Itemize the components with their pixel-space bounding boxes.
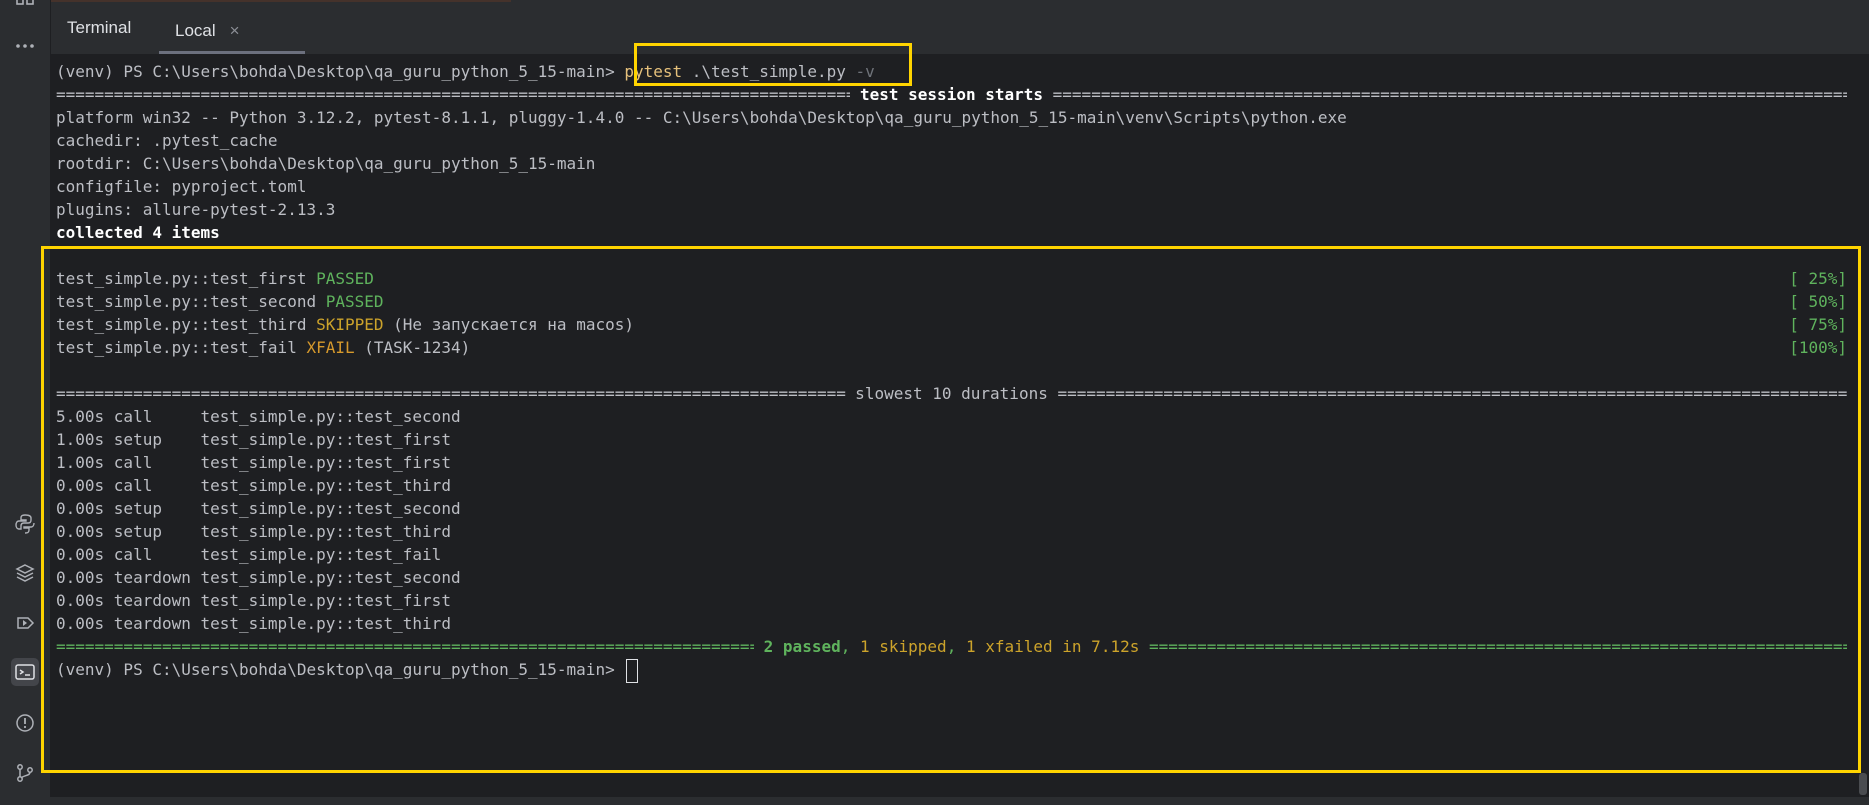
close-icon[interactable]: ×	[230, 21, 240, 41]
layers-icon[interactable]	[11, 559, 39, 587]
more-icon[interactable]	[11, 32, 39, 60]
output-highlight-box	[41, 246, 1861, 773]
prompt: (venv) PS C:\Users\bohda\Desktop\qa_guru…	[56, 62, 615, 81]
git-icon[interactable]	[11, 759, 39, 787]
collected-line: collected 4 items	[56, 223, 220, 242]
terminal-tab-bar: Terminal Local ×	[51, 0, 1869, 54]
tab-local[interactable]: Local ×	[159, 8, 305, 54]
services-icon[interactable]	[11, 609, 39, 637]
terminal-icon[interactable]	[11, 658, 39, 686]
scrollbar-thumb[interactable]	[1859, 773, 1867, 795]
apps-icon[interactable]	[11, 0, 39, 20]
command-highlight-box	[634, 43, 912, 86]
problems-icon[interactable]	[11, 709, 39, 737]
python-icon[interactable]	[11, 510, 39, 538]
status-strip	[0, 797, 1869, 805]
active-tab-underline	[159, 51, 305, 54]
top-accent	[51, 0, 511, 2]
tool-window-title: Terminal	[67, 18, 132, 37]
tab-local-label: Local	[175, 21, 216, 40]
